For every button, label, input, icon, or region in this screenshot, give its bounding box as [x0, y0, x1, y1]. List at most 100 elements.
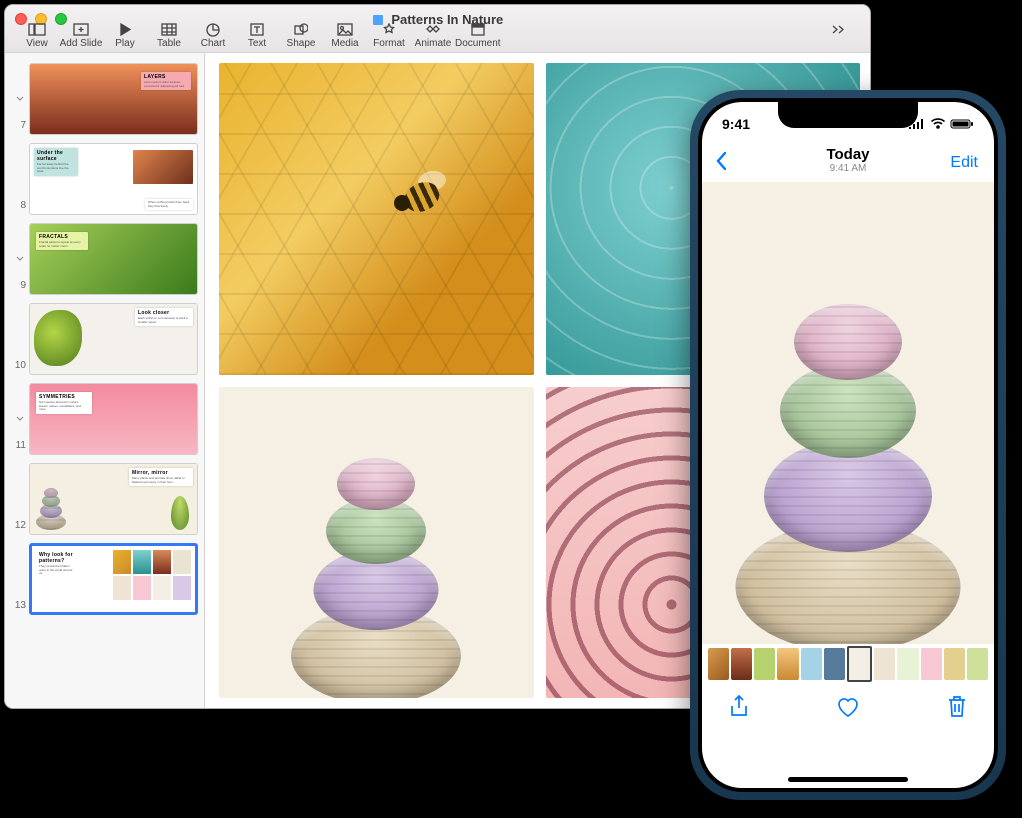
shape-icon [294, 23, 308, 36]
tool-label: Table [157, 38, 181, 49]
tool-label: Format [373, 38, 405, 49]
titlebar: Patterns In Nature View Add Slide Play T… [5, 5, 870, 53]
share-button[interactable] [728, 694, 750, 725]
filmstrip-thumb[interactable] [708, 648, 729, 680]
urchin-stack-large [733, 240, 963, 644]
slide-thumb-9[interactable]: FRACTALS Fractal patterns repeat at ever… [11, 223, 198, 295]
tool-chart[interactable]: Chart [191, 22, 235, 52]
iphone-screen: 9:41 Today 9:41 AM Edit [702, 102, 994, 788]
tool-label: Chart [201, 38, 225, 49]
disclosure-chevron[interactable] [11, 255, 29, 263]
text-icon [250, 23, 264, 36]
toolbar: View Add Slide Play Table Chart Text [15, 26, 860, 52]
slide-number: 11 [11, 440, 29, 451]
filmstrip-thumb-selected[interactable] [847, 646, 872, 682]
tool-label: Animate [415, 38, 452, 49]
slide-number: 7 [11, 120, 29, 131]
photo-filmstrip[interactable] [702, 644, 994, 684]
chevron-down-icon [16, 415, 24, 423]
format-icon [382, 23, 396, 37]
battery-icon [950, 118, 974, 130]
thumb-title: Under the surface [37, 150, 75, 162]
slide-number: 10 [11, 360, 29, 371]
play-icon [119, 23, 131, 36]
tool-label: Media [331, 38, 358, 49]
tool-label: Text [248, 38, 266, 49]
tool-label [837, 38, 840, 49]
heart-icon [835, 695, 861, 719]
filmstrip-thumb[interactable] [874, 648, 895, 680]
filmstrip-thumb[interactable] [921, 648, 942, 680]
filmstrip-thumb[interactable] [731, 648, 752, 680]
canvas-image-honeycomb[interactable] [219, 63, 534, 375]
tool-shape[interactable]: Shape [279, 22, 323, 52]
slide-number: 13 [11, 600, 29, 611]
thumb-body: Fractal patterns repeat at every scale n… [39, 241, 85, 248]
slide-thumb-11[interactable]: SYMMETRIES Symmetries abound in nature: … [11, 383, 198, 455]
photo-viewer[interactable] [702, 182, 994, 644]
share-icon [728, 694, 750, 720]
tool-format[interactable]: Format [367, 22, 411, 52]
thumb-body: They reveal the hidden order in the worl… [39, 565, 77, 576]
thumb-body: Symmetries abound in nature: leaves, wav… [39, 401, 89, 412]
tool-label: Play [115, 38, 134, 49]
toolbar-overflow[interactable] [816, 22, 860, 52]
tool-label: Add Slide [60, 38, 103, 49]
filmstrip-thumb[interactable] [967, 648, 988, 680]
filmstrip-thumb[interactable] [777, 648, 798, 680]
slide-thumb-13[interactable]: Why look for patterns? They reveal the h… [11, 543, 198, 615]
tool-play[interactable]: Play [103, 22, 147, 52]
thumb-body: When nothing holds them back they flow f… [148, 201, 190, 208]
plus-icon [73, 23, 89, 36]
thumb-body: Lorem ipsum dolor sit amet, consectetur … [144, 81, 188, 88]
disclosure-chevron[interactable] [11, 415, 29, 423]
filmstrip-thumb[interactable] [801, 648, 822, 680]
tool-view[interactable]: View [15, 22, 59, 52]
bee-illustration [388, 169, 458, 229]
chevron-double-right-icon [831, 23, 845, 36]
animate-icon [424, 23, 442, 36]
tool-animate[interactable]: Animate [411, 22, 455, 52]
filmstrip-thumb[interactable] [897, 648, 918, 680]
thumb-body: Far far away behind the word mountains l… [37, 163, 75, 174]
tool-label: Shape [287, 38, 316, 49]
document-icon [470, 23, 486, 36]
slide-number: 12 [11, 520, 29, 531]
canvas-image-urchins[interactable] [219, 387, 534, 699]
tool-document[interactable]: Document [455, 22, 501, 52]
thumb-title: Why look for patterns? [39, 552, 77, 564]
home-indicator[interactable] [788, 777, 908, 782]
edit-button[interactable]: Edit [950, 154, 978, 172]
tool-add-slide[interactable]: Add Slide [59, 22, 103, 52]
media-icon [337, 23, 353, 36]
slide-thumb-10[interactable]: Look closer Each spiral on a romanesco i… [11, 303, 198, 375]
slide-thumb-7[interactable]: LAYERS Lorem ipsum dolor sit amet, conse… [11, 63, 198, 135]
wifi-icon [930, 118, 946, 130]
notch [778, 102, 918, 128]
slide-number: 9 [11, 280, 29, 291]
tool-media[interactable]: Media [323, 22, 367, 52]
tool-label: Document [455, 38, 501, 49]
table-icon [161, 23, 177, 36]
favorite-button[interactable] [835, 695, 861, 724]
tool-text[interactable]: Text [235, 22, 279, 52]
filmstrip-thumb[interactable] [754, 648, 775, 680]
urchin-stack [286, 424, 466, 698]
delete-button[interactable] [946, 694, 968, 725]
slide-navigator[interactable]: LAYERS Lorem ipsum dolor sit amet, conse… [5, 53, 205, 708]
thumb-body: Each spiral on a romanesco is itself a s… [138, 317, 190, 324]
filmstrip-thumb[interactable] [824, 648, 845, 680]
photos-toolbar [702, 684, 994, 734]
thumb-body: Many plants and animals show radial or b… [132, 477, 190, 484]
disclosure-chevron[interactable] [11, 95, 29, 103]
iphone-device: 9:41 Today 9:41 AM Edit [690, 90, 1006, 800]
slide-thumb-8[interactable]: Under the surface Far far away behind th… [11, 143, 198, 215]
filmstrip-thumb[interactable] [944, 648, 965, 680]
trash-icon [946, 694, 968, 720]
tool-table[interactable]: Table [147, 22, 191, 52]
status-time: 9:41 [722, 116, 750, 132]
chevron-down-icon [16, 255, 24, 263]
view-icon [28, 23, 46, 36]
chart-icon [206, 23, 220, 37]
slide-thumb-12[interactable]: Mirror, mirror Many plants and animals s… [11, 463, 198, 535]
